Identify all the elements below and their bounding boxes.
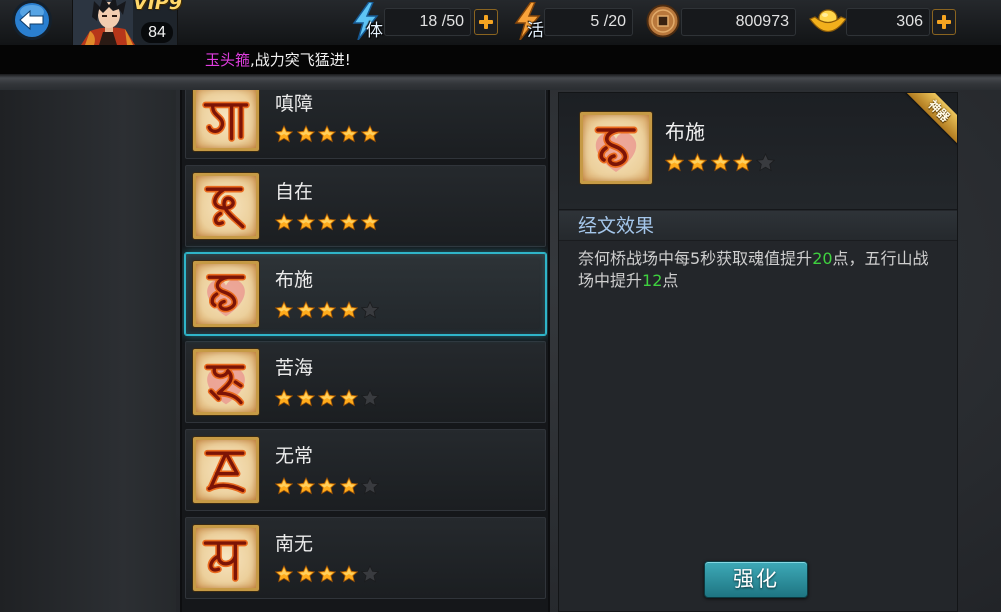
- artifact-badge: 神器: [902, 93, 957, 148]
- sutra-list-item[interactable]: 自在: [185, 165, 546, 247]
- sutra-name: 布施: [275, 269, 314, 291]
- detail-header: 布施 神器: [559, 93, 957, 210]
- section-title: 经文效果: [578, 215, 655, 237]
- star-filled-icon: [318, 125, 337, 143]
- sutra-list-item[interactable]: 苦海: [185, 341, 546, 423]
- star-filled-icon: [275, 477, 293, 495]
- star-rating: [275, 125, 383, 144]
- star-empty-icon: [361, 389, 380, 407]
- star-filled-icon: [296, 477, 315, 495]
- copper-coin-icon: [646, 4, 680, 38]
- star-filled-icon: [296, 565, 315, 583]
- star-filled-icon: [275, 125, 293, 143]
- sutra-name: 南无: [275, 533, 314, 555]
- star-filled-icon: [318, 477, 337, 495]
- effect-text: 奈何桥战场中每5秒获取魂值提升: [578, 249, 813, 268]
- sutra-name: 自在: [275, 181, 314, 203]
- siddham-glyph-icon: [193, 173, 259, 239]
- effect-description: 奈何桥战场中每5秒获取魂值提升20点，五行山战场中提升12点: [578, 248, 934, 292]
- star-filled-icon: [339, 301, 358, 319]
- level-badge: 84: [141, 22, 173, 43]
- star-empty-icon: [361, 477, 380, 495]
- effect-text: 点: [662, 271, 679, 290]
- siddham-glyph-icon: [193, 437, 259, 503]
- star-filled-icon: [687, 153, 707, 172]
- add-stamina-button[interactable]: [474, 9, 498, 35]
- vip-label: VIP9: [133, 0, 182, 14]
- star-filled-icon: [318, 301, 337, 319]
- star-filled-icon: [296, 125, 315, 143]
- star-filled-icon: [318, 213, 337, 231]
- siddham-glyph-icon: [193, 90, 259, 151]
- back-arrow-icon: [12, 0, 52, 40]
- header-divider: [0, 74, 1001, 90]
- sutra-name: 苦海: [275, 357, 314, 379]
- announcement-marquee: 玉头箍,战力突飞猛进!: [0, 46, 1001, 74]
- star-rating: [275, 565, 383, 584]
- star-rating: [275, 389, 383, 408]
- star-filled-icon: [339, 125, 358, 143]
- star-filled-icon: [361, 213, 380, 231]
- star-empty-icon: [361, 565, 380, 583]
- star-filled-icon: [710, 153, 730, 172]
- siddham-glyph-icon: [193, 525, 259, 591]
- siddham-glyph-icon: [193, 349, 259, 415]
- sutra-name: 无常: [275, 445, 314, 467]
- announcement-item: 玉头箍: [205, 51, 251, 69]
- artifact-corner-ribbon: 神器: [901, 93, 957, 149]
- sutra-detail-panel: 布施 神器 经文效果 奈何桥战场中每5秒获取魂值提升20点，五行山战场中提升12…: [558, 92, 958, 612]
- star-filled-icon: [339, 477, 358, 495]
- star-filled-icon: [361, 125, 380, 143]
- detail-title: 布施: [665, 120, 705, 144]
- ingot-value: 306: [846, 8, 930, 36]
- sutra-list[interactable]: 嗔障 自在 布施 苦海 无常 南无: [180, 90, 550, 612]
- star-filled-icon: [275, 565, 293, 583]
- back-button[interactable]: [11, 0, 53, 42]
- star-filled-icon: [275, 389, 293, 407]
- star-filled-icon: [318, 565, 337, 583]
- star-filled-icon: [275, 213, 293, 231]
- detail-star-rating: [665, 153, 779, 172]
- effect-value: 12: [642, 271, 663, 290]
- top-bar: VIP9 84 体 18 /50 活 5 /20 800973 306: [0, 0, 1001, 46]
- copper-value: 800973: [681, 8, 796, 36]
- stamina-value: 18 /50: [384, 8, 471, 36]
- effect-section-header: 经文效果: [559, 211, 957, 241]
- star-filled-icon: [339, 213, 358, 231]
- star-filled-icon: [318, 389, 337, 407]
- sutra-list-item-selected[interactable]: 布施: [185, 253, 546, 335]
- star-filled-icon: [296, 389, 315, 407]
- announcement-message: ,战力突飞猛进!: [250, 51, 351, 69]
- star-filled-icon: [275, 301, 293, 319]
- star-empty-icon: [756, 153, 776, 172]
- star-filled-icon: [733, 153, 753, 172]
- star-filled-icon: [296, 213, 315, 231]
- siddham-glyph-icon: [193, 261, 259, 327]
- stamina-label: 体: [366, 21, 383, 41]
- sutra-name: 嗔障: [275, 93, 314, 115]
- star-rating: [275, 301, 383, 320]
- vitality-label: 活: [527, 21, 544, 41]
- add-ingot-button[interactable]: [932, 9, 956, 35]
- star-empty-icon: [361, 301, 380, 319]
- effect-value: 20: [812, 249, 833, 268]
- star-rating: [275, 213, 383, 232]
- sutra-list-item[interactable]: 无常: [185, 429, 546, 511]
- sutra-list-item[interactable]: 南无: [185, 517, 546, 599]
- siddham-glyph-icon: [580, 112, 652, 184]
- star-filled-icon: [296, 301, 315, 319]
- upgrade-button[interactable]: 强化: [704, 561, 808, 598]
- left-decor-panel: [0, 90, 176, 612]
- star-filled-icon: [339, 389, 358, 407]
- star-rating: [275, 477, 383, 496]
- vitality-value: 5 /20: [544, 8, 633, 36]
- gold-ingot-icon: [808, 6, 848, 38]
- sutra-list-item[interactable]: 嗔障: [185, 90, 546, 159]
- star-filled-icon: [665, 153, 684, 172]
- star-filled-icon: [339, 565, 358, 583]
